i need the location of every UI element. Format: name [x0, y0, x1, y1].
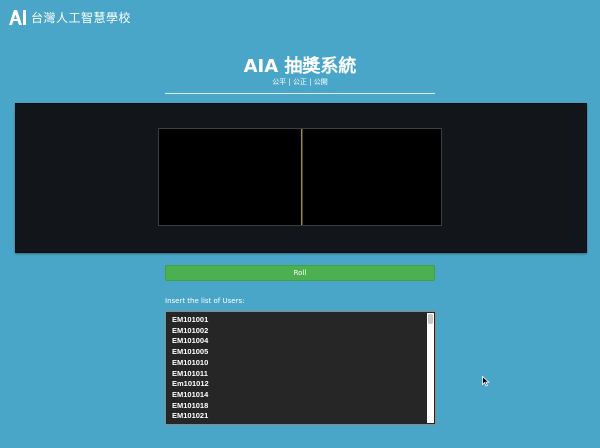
user-entry: EM101004	[172, 336, 209, 346]
reel-left	[159, 129, 301, 225]
users-scrollbar[interactable]	[427, 313, 434, 423]
slot-reels	[158, 128, 442, 226]
slot-machine-panel	[15, 103, 587, 253]
user-entry: EM101005	[172, 347, 209, 357]
users-list-label: Insert the list of Users:	[165, 297, 245, 305]
aia-logo-icon	[8, 9, 27, 26]
aia-logo[interactable]: 台灣人工智慧學校	[8, 8, 131, 26]
user-entry: Em101012	[172, 379, 209, 389]
user-entry: EM101021	[172, 411, 209, 421]
user-entry: EM101010	[172, 357, 209, 367]
roll-button[interactable]: Roll	[165, 265, 435, 281]
scrollbar-thumb[interactable]	[428, 314, 433, 324]
page-title: AIA 抽獎系統	[243, 56, 357, 77]
mouse-cursor-icon	[482, 372, 490, 391]
logo-text: 台灣人工智慧學校	[31, 10, 132, 25]
user-entry: EM101002	[172, 325, 209, 335]
reel-right	[302, 129, 442, 225]
title-divider	[165, 93, 435, 94]
user-entry: EM101001	[172, 315, 209, 324]
users-list: EM101001 EM101002 EM101004 EM101005 EM10…	[172, 315, 209, 422]
user-entry: EM101018	[172, 400, 209, 410]
page-subtitle: 公平 | 公正 | 公開	[272, 78, 328, 86]
users-textarea[interactable]: EM101001 EM101002 EM101004 EM101005 EM10…	[165, 311, 436, 425]
user-entry: EM101011	[172, 368, 208, 378]
user-entry: EM101014	[172, 389, 209, 399]
